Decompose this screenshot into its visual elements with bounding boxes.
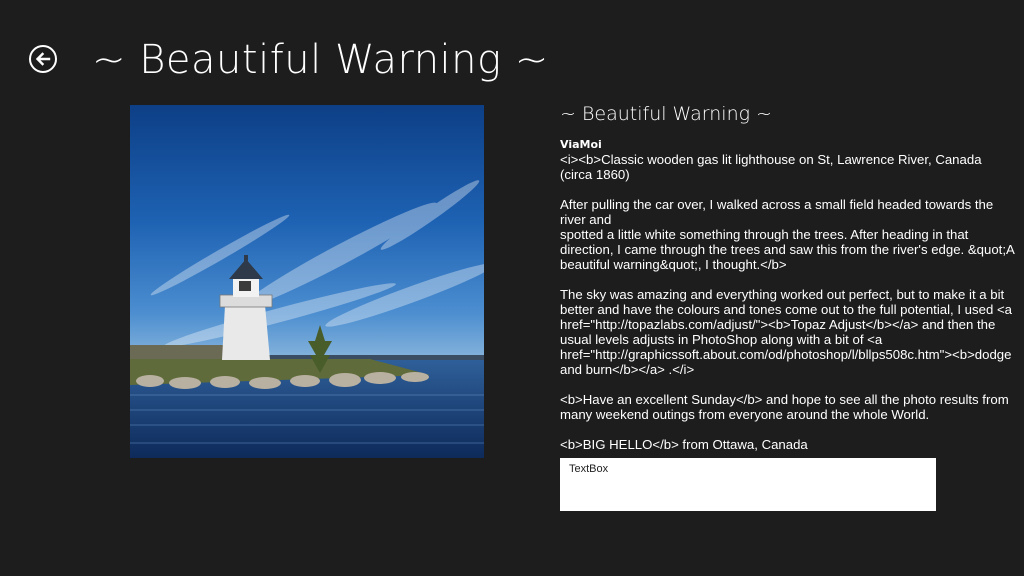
author-name: ViaMoi	[560, 138, 602, 151]
app-page: ~ Beautiful Warning ~ ~ Beautiful Warnin…	[0, 0, 1024, 576]
detail-panel: ~ Beautiful Warning ~ ViaMoi <i><b>Class…	[560, 100, 1016, 467]
description-paragraph: The sky was amazing and everything worke…	[560, 287, 1012, 377]
description-paragraph: <i><b>Classic wooden gas lit lighthouse …	[560, 152, 982, 182]
lighthouse-photo	[130, 105, 484, 458]
back-arrow-icon	[35, 52, 51, 66]
page-title: ~ Beautiful Warning ~	[92, 37, 549, 83]
description-paragraph: After pulling the car over, I walked acr…	[560, 197, 1015, 272]
comment-textbox[interactable]	[560, 458, 936, 511]
detail-title: ~ Beautiful Warning ~	[560, 103, 772, 125]
back-button[interactable]	[29, 45, 57, 73]
description-paragraph: <b>Have an excellent Sunday</b> and hope…	[560, 392, 1009, 422]
description-paragraph: <b>BIG HELLO</b> from Ottawa, Canada	[560, 437, 808, 452]
photo-description: <i><b>Classic wooden gas lit lighthouse …	[560, 152, 1016, 452]
